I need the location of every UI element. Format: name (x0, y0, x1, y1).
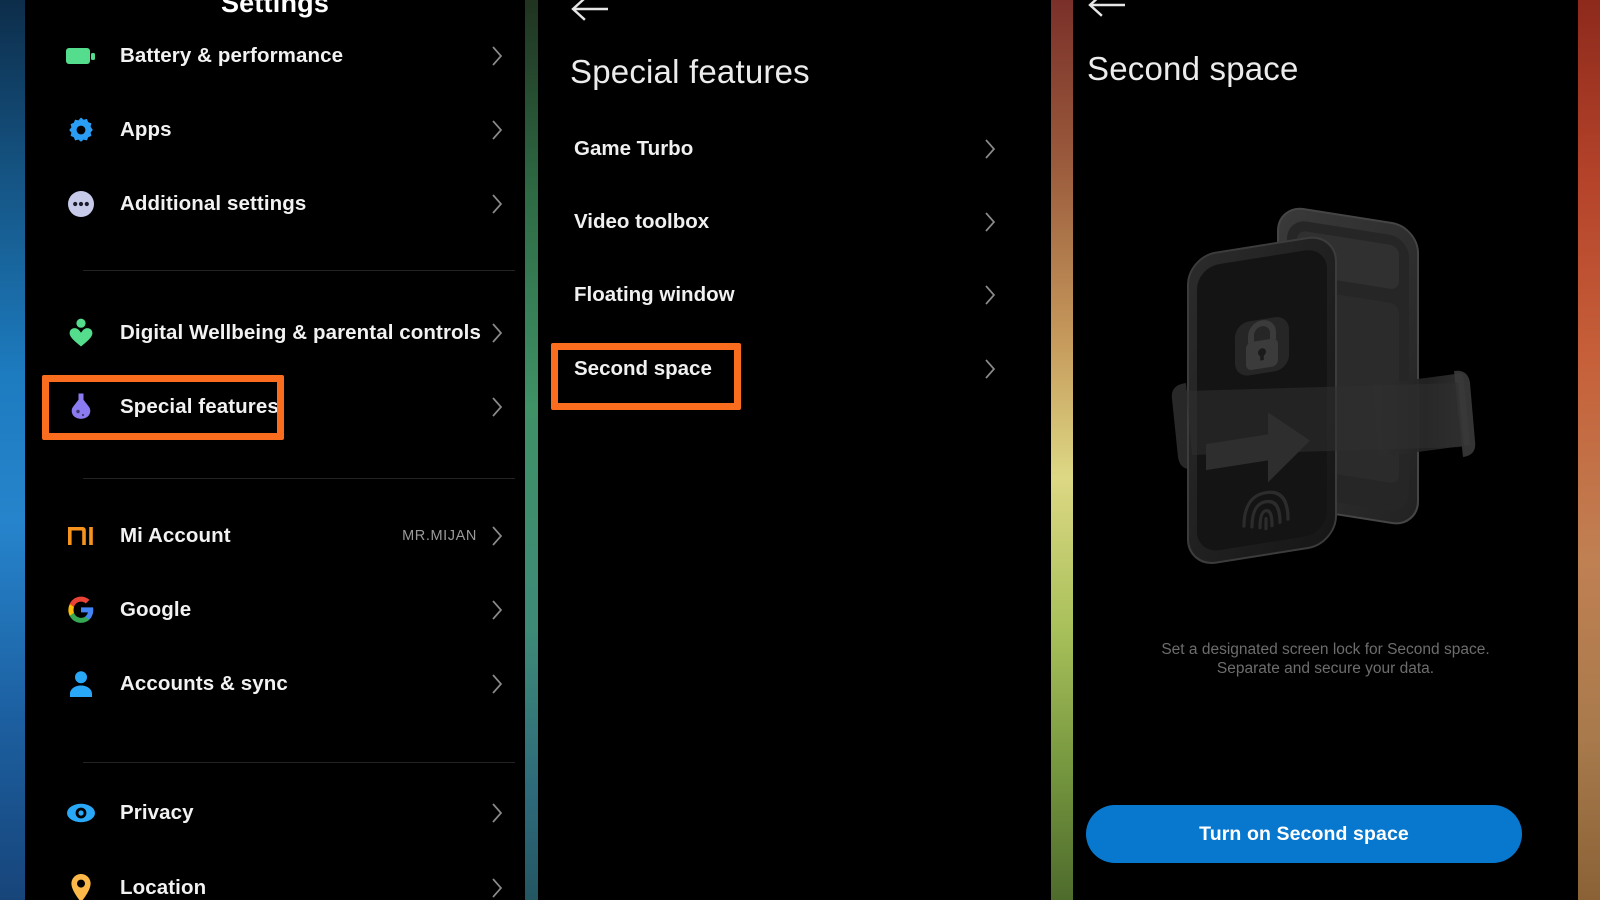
back-arrow-icon[interactable] (1087, 0, 1127, 20)
settings-item-label: Battery & performance (120, 44, 344, 67)
settings-item-location[interactable]: Location (25, 860, 525, 900)
chevron-right-icon (492, 674, 503, 694)
right-edge-gradient-strip (1578, 0, 1600, 900)
back-arrow-icon[interactable] (570, 0, 610, 24)
location-pin-icon (58, 873, 104, 900)
mi-account-username: MR.MIJAN (402, 528, 477, 544)
settings-item-label: Location (120, 876, 207, 899)
person-icon (58, 670, 104, 698)
settings-item-label: Privacy (120, 801, 194, 824)
second-space-description: Set a designated screen lock for Second … (1073, 640, 1578, 678)
settings-item-apps[interactable]: Apps (25, 102, 525, 158)
settings-item-label: Special features (120, 395, 279, 418)
settings-item-label: Mi Account (120, 524, 231, 547)
chevron-right-icon (492, 323, 503, 343)
more-dots-icon (58, 190, 104, 218)
chevron-right-icon (985, 139, 996, 159)
screenshot-root: Settings Battery & performance Apps Addi… (0, 0, 1600, 900)
wellbeing-heart-icon (58, 318, 104, 348)
settings-item-privacy[interactable]: Privacy (25, 785, 525, 841)
chevron-right-icon (492, 397, 503, 417)
special-feature-label: Game Turbo (574, 137, 694, 160)
page-title-settings: Settings (220, 0, 330, 18)
eye-icon (58, 802, 104, 824)
two-phones-lock-fingerprint-illustration (1158, 195, 1498, 625)
special-feature-item-game-turbo[interactable]: Game Turbo (538, 126, 1051, 172)
settings-panel: Settings Battery & performance Apps Addi… (25, 0, 525, 900)
special-feature-item-video-toolbox[interactable]: Video toolbox (538, 199, 1051, 245)
special-feature-item-second-space[interactable]: Second space (538, 346, 1051, 392)
google-logo-icon (58, 596, 104, 624)
panel-divider-two-gradient (1051, 0, 1073, 900)
settings-item-digital-wellbeing[interactable]: Digital Wellbeing & parental controls (25, 305, 525, 361)
settings-item-special-features[interactable]: Special features (25, 379, 525, 435)
settings-item-mi-account[interactable]: Mi Account MR.MIJAN (25, 508, 525, 564)
page-title-special-features: Special features (570, 53, 810, 90)
chevron-right-icon (492, 600, 503, 620)
settings-item-label: Digital Wellbeing & parental controls (120, 321, 481, 344)
settings-group-divider (83, 270, 515, 271)
page-title-second-space: Second space (1087, 50, 1299, 87)
chevron-right-icon (492, 878, 503, 898)
second-space-description-line2: Separate and secure your data. (1216, 660, 1435, 677)
settings-item-additional-settings[interactable]: Additional settings (25, 176, 525, 232)
special-feature-label: Second space (574, 357, 712, 380)
settings-item-accounts-sync[interactable]: Accounts & sync (25, 656, 525, 712)
settings-group-divider (83, 478, 515, 479)
chevron-right-icon (492, 120, 503, 140)
gear-icon (58, 116, 104, 144)
chevron-right-icon (492, 194, 503, 214)
left-edge-gradient-strip (0, 0, 25, 900)
chevron-right-icon (492, 803, 503, 823)
settings-item-label: Additional settings (120, 192, 307, 215)
settings-group-divider (83, 762, 515, 763)
chevron-right-icon (492, 46, 503, 66)
second-space-panel: Second space Set a designated screen loc… (1073, 0, 1578, 900)
settings-item-label: Accounts & sync (120, 672, 288, 695)
special-feature-label: Floating window (574, 283, 735, 306)
settings-item-google[interactable]: Google (25, 582, 525, 638)
settings-item-label: Google (120, 598, 192, 621)
settings-item-label: Apps (120, 118, 172, 141)
special-features-panel: Special features Game Turbo Video toolbo… (538, 0, 1051, 900)
flask-icon (58, 392, 104, 422)
chevron-right-icon (985, 359, 996, 379)
chevron-right-icon (492, 526, 503, 546)
chevron-right-icon (985, 285, 996, 305)
chevron-right-icon (985, 212, 996, 232)
mi-logo-icon (58, 525, 104, 547)
turn-on-second-space-button[interactable]: Turn on Second space (1086, 805, 1522, 863)
special-feature-item-floating-window[interactable]: Floating window (538, 272, 1051, 318)
second-space-description-line1: Set a designated screen lock for Second … (1161, 641, 1490, 658)
special-feature-label: Video toolbox (574, 210, 710, 233)
panel-divider-one-gradient (525, 0, 538, 900)
settings-item-battery-performance[interactable]: Battery & performance (25, 28, 525, 84)
battery-icon (58, 47, 104, 65)
